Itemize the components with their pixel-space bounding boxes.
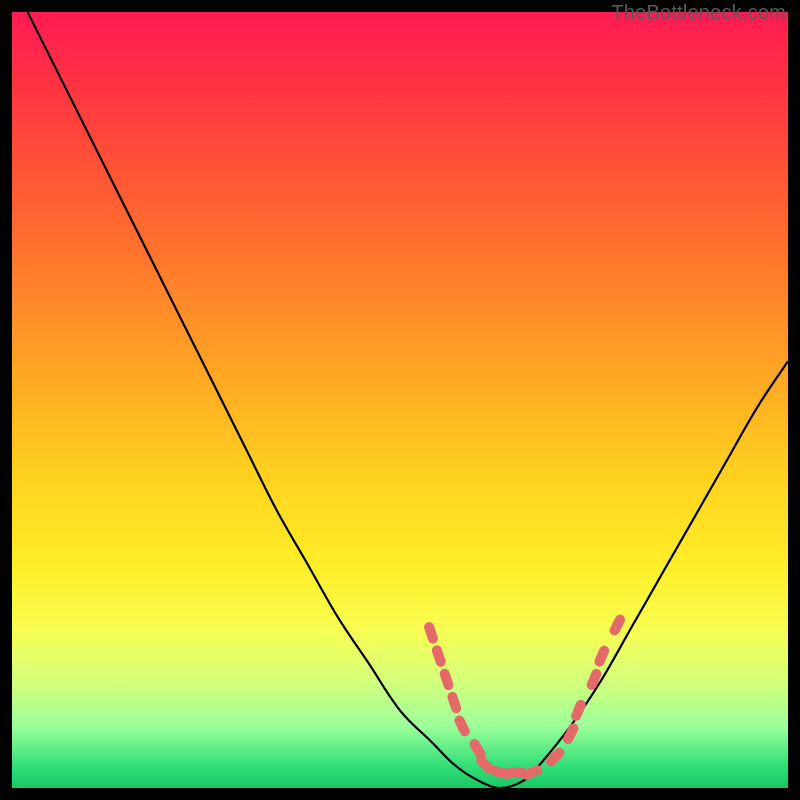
watermark-text: TheBottleneck.com <box>611 2 786 25</box>
highlight-dash <box>453 714 472 738</box>
highlight-dash <box>593 644 611 668</box>
highlight-dash <box>520 764 544 781</box>
highlight-dash <box>431 644 447 668</box>
highlight-dash <box>585 667 603 691</box>
highlight-dash <box>570 698 588 722</box>
highlight-dash <box>608 613 627 637</box>
highlight-dash <box>446 691 462 715</box>
highlight-dash <box>505 768 527 778</box>
highlight-dash <box>474 753 497 776</box>
curve-svg <box>12 12 788 788</box>
plot-area <box>12 12 788 788</box>
highlight-dash <box>468 737 488 761</box>
highlight-dash <box>544 746 567 769</box>
highlight-dash <box>561 722 580 746</box>
chart-stage: TheBottleneck.com <box>0 0 800 800</box>
highlight-dash <box>489 765 513 780</box>
highlight-dash <box>438 667 454 691</box>
highlight-dash <box>423 621 439 645</box>
bottleneck-curve <box>28 12 789 788</box>
